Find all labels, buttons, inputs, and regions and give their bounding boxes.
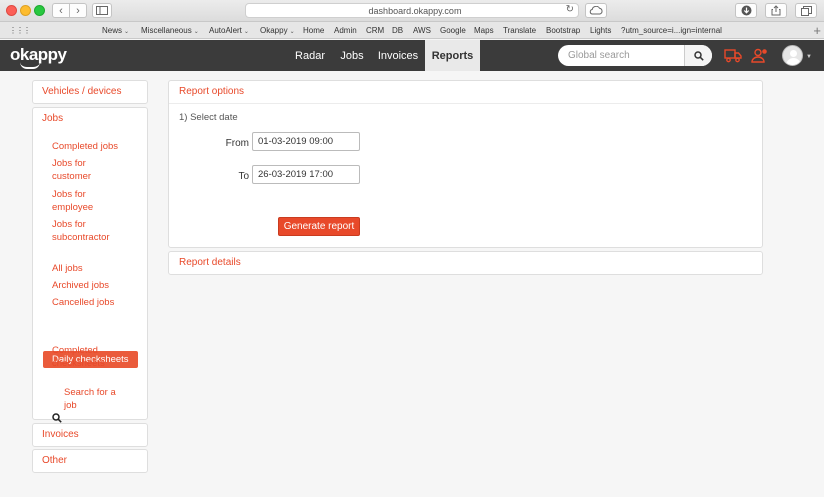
logo-smile bbox=[20, 62, 40, 69]
bookmark-crm[interactable]: CRM bbox=[366, 26, 384, 35]
sidebar-link-cancelled-jobs[interactable]: Cancelled jobs bbox=[52, 296, 114, 309]
sidebar-link-completed-jobs[interactable]: Completed jobs bbox=[52, 140, 118, 153]
bookmark-news[interactable]: News ⌄ bbox=[102, 26, 129, 35]
downloads-button[interactable] bbox=[735, 3, 757, 18]
forward-button[interactable]: › bbox=[69, 3, 87, 18]
reload-icon[interactable]: ↻ bbox=[566, 4, 574, 15]
report-options-panel: Report options 1) Select date From To Ge… bbox=[168, 80, 763, 248]
chevron-down-icon: ⌄ bbox=[243, 29, 249, 35]
share-icon bbox=[771, 5, 781, 16]
bookmark-label: News bbox=[102, 26, 123, 35]
sidebar-item-jobs[interactable]: Jobs bbox=[33, 108, 147, 130]
sidebar-link-jobs-for-employee[interactable]: Jobs for employee bbox=[52, 188, 122, 214]
address-bar[interactable]: dashboard.okappy.com ↻ bbox=[245, 3, 579, 18]
sidebar-item-invoices[interactable]: Invoices bbox=[33, 424, 147, 446]
apps-grid-icon[interactable]: ⋮⋮⋮ bbox=[9, 26, 31, 35]
bookmark-aws[interactable]: AWS bbox=[413, 26, 431, 35]
avatar-head bbox=[790, 50, 797, 57]
bookmark-lights[interactable]: Lights bbox=[590, 26, 611, 35]
sidebar-link-jobs-for-subcontractor[interactable]: Jobs for subcontractor bbox=[52, 218, 127, 244]
bookmark-miscellaneous[interactable]: Miscellaneous ⌄ bbox=[141, 26, 199, 35]
chevron-down-icon: ⌄ bbox=[193, 29, 199, 35]
sidebar-vehicles-panel: Vehicles / devices bbox=[32, 80, 148, 104]
sidebar-link-all-jobs[interactable]: All jobs bbox=[52, 262, 83, 275]
from-date-input[interactable] bbox=[252, 132, 360, 151]
bookmark-label: Okappy bbox=[260, 26, 288, 35]
sidebar-item-vehicles[interactable]: Vehicles / devices bbox=[33, 81, 147, 103]
sidebar-icon bbox=[96, 6, 108, 15]
search-icon bbox=[693, 50, 704, 61]
share-button[interactable] bbox=[765, 3, 787, 18]
minimize-window-button[interactable] bbox=[20, 5, 31, 16]
report-options-heading[interactable]: Report options bbox=[169, 81, 762, 104]
bookmark-google[interactable]: Google bbox=[440, 26, 466, 35]
icloud-tabs-button[interactable] bbox=[585, 3, 607, 18]
sidebar-link-completed-checksheets[interactable]: Completed checksheets bbox=[52, 344, 122, 370]
user-alert-icon[interactable] bbox=[750, 48, 768, 63]
chevron-left-icon: ‹ bbox=[59, 4, 63, 17]
cloud-icon bbox=[589, 6, 603, 15]
sidebar-search-label: Search for a job bbox=[64, 387, 116, 411]
bookmark-translate[interactable]: Translate bbox=[503, 26, 536, 35]
sidebar-other-panel: Other bbox=[32, 449, 148, 473]
sidebar-jobs-panel: Jobs Completed jobs Jobs for customer Jo… bbox=[32, 107, 148, 423]
to-date-input[interactable] bbox=[252, 165, 360, 184]
bookmark-utm[interactable]: ?utm_source=i...ign=internal bbox=[621, 26, 722, 35]
okappy-logo[interactable]: okappy bbox=[10, 45, 67, 69]
chevron-down-icon: ⌄ bbox=[124, 29, 130, 35]
chevron-down-icon: ⌄ bbox=[289, 29, 295, 35]
generate-report-button[interactable]: Generate report bbox=[278, 217, 360, 236]
browser-toolbar: ‹ › dashboard.okappy.com ↻ bbox=[0, 0, 824, 22]
caret-down-icon[interactable]: ▼ bbox=[806, 54, 812, 60]
bookmark-label: AutoAlert bbox=[209, 26, 242, 35]
from-label: From bbox=[225, 138, 249, 149]
bookmark-home[interactable]: Home bbox=[303, 26, 324, 35]
nav-jobs[interactable]: Jobs bbox=[334, 40, 370, 71]
avatar[interactable] bbox=[782, 45, 803, 66]
zoom-window-button[interactable] bbox=[34, 5, 45, 16]
back-button[interactable]: ‹ bbox=[52, 3, 70, 18]
show-tabs-button[interactable] bbox=[795, 3, 817, 18]
bookmark-bootstrap[interactable]: Bootstrap bbox=[546, 26, 580, 35]
new-tab-plus-icon[interactable]: + bbox=[813, 23, 821, 38]
global-search-input[interactable] bbox=[558, 45, 684, 66]
nav-radar[interactable]: Radar bbox=[288, 40, 332, 71]
sidebar-toggle-button[interactable] bbox=[92, 3, 112, 18]
sidebar-invoices-panel: Invoices bbox=[32, 423, 148, 447]
search-button[interactable] bbox=[684, 45, 712, 66]
select-date-step: 1) Select date bbox=[179, 112, 238, 123]
truck-icon[interactable] bbox=[724, 48, 742, 63]
chevron-right-icon: › bbox=[76, 4, 80, 17]
report-details-heading[interactable]: Report details bbox=[169, 252, 762, 274]
sidebar-link-archived-jobs[interactable]: Archived jobs bbox=[52, 279, 109, 292]
nav-invoices[interactable]: Invoices bbox=[372, 40, 424, 71]
download-icon bbox=[741, 5, 751, 16]
bookmark-maps[interactable]: Maps bbox=[474, 26, 494, 35]
avatar-body bbox=[786, 58, 801, 65]
url-text: dashboard.okappy.com bbox=[368, 5, 462, 16]
bookmark-db[interactable]: DB bbox=[392, 26, 403, 35]
app-header: okappy Radar Jobs Invoices Reports ▼ bbox=[0, 40, 824, 71]
sidebar-item-other[interactable]: Other bbox=[33, 450, 147, 472]
search-icon bbox=[52, 413, 62, 423]
bookmark-okappy[interactable]: Okappy ⌄ bbox=[260, 26, 295, 35]
global-search bbox=[558, 45, 712, 66]
sidebar-link-jobs-for-customer[interactable]: Jobs for customer bbox=[52, 157, 122, 183]
nav-reports[interactable]: Reports bbox=[425, 40, 480, 71]
to-label: To bbox=[238, 171, 249, 182]
bookmark-autoalert[interactable]: AutoAlert ⌄ bbox=[209, 26, 249, 35]
bookmark-admin[interactable]: Admin bbox=[334, 26, 357, 35]
bookmark-label: Miscellaneous bbox=[141, 26, 192, 35]
close-window-button[interactable] bbox=[6, 5, 17, 16]
tabs-icon bbox=[800, 5, 812, 16]
bookmarks-bar: ⋮⋮⋮ News ⌄ Miscellaneous ⌄ AutoAlert ⌄ Okap… bbox=[0, 22, 824, 39]
report-details-panel: Report details bbox=[168, 251, 763, 275]
